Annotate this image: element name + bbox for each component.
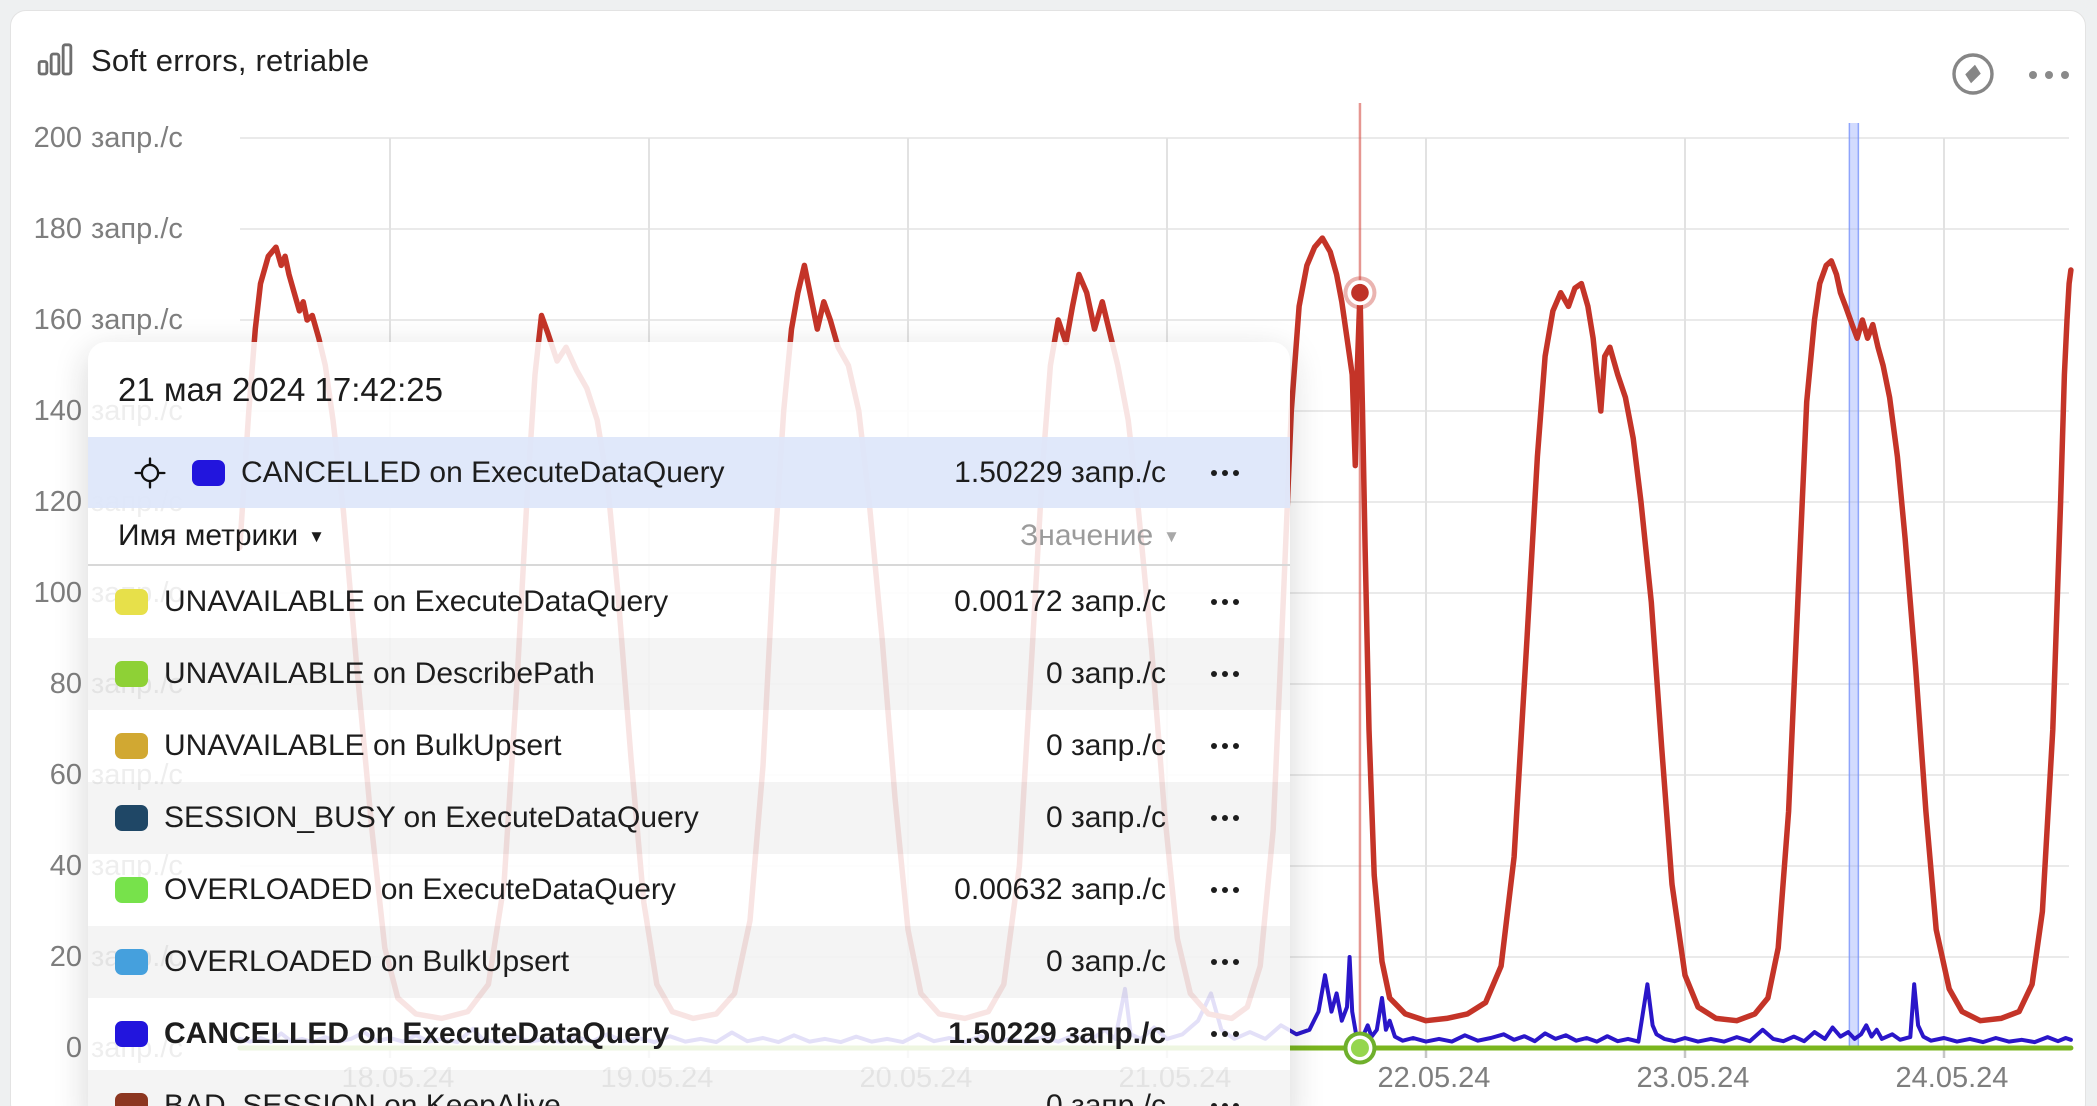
metric-name: CANCELLED on ExecuteDataQuery (164, 1017, 669, 1051)
screenshot-root: Soft errors, retriable 200запр./с 180запр… (0, 0, 2097, 1106)
row-menu-button[interactable] (1202, 887, 1248, 893)
panel-menu-button[interactable] (2023, 49, 2075, 101)
row-menu-button[interactable] (1202, 959, 1248, 965)
tooltip-row: UNAVAILABLE on ExecuteDataQuery 0.00172 з… (88, 566, 1290, 638)
row-menu-button[interactable] (1202, 743, 1248, 749)
tooltip-row: OVERLOADED on BulkUpsert 0 запр./с (88, 926, 1290, 998)
metric-name: OVERLOADED on ExecuteDataQuery (164, 873, 676, 907)
x-axis-label: 24.05.24 (1862, 1062, 2042, 1095)
series-color-swatch (115, 589, 148, 615)
y-axis-label: 200запр./с (20, 118, 183, 158)
series-color-swatch (115, 877, 148, 903)
ellipsis-icon (2029, 71, 2069, 79)
metric-name: CANCELLED on ExecuteDataQuery (241, 456, 725, 490)
series-color-swatch (115, 733, 148, 759)
metric-value: 1.50229 запр./с (948, 1017, 1166, 1051)
metric-name: BAD_SESSION on KeepAlive (164, 1089, 561, 1106)
metric-value: 0 запр./с (1046, 801, 1166, 835)
metric-value: 0 запр./с (1046, 945, 1166, 979)
tooltip-row-list: UNAVAILABLE on ExecuteDataQuery 0.00172 з… (88, 566, 1290, 1106)
crosshair-icon (132, 455, 168, 491)
row-menu-button[interactable] (1202, 1031, 1248, 1037)
series-color-swatch (115, 949, 148, 975)
explore-compass-button[interactable] (1947, 49, 1999, 101)
series-color-swatch (115, 1021, 148, 1047)
sort-by-value[interactable]: Значение▼ (1020, 519, 1180, 553)
tooltip-row: BAD_SESSION on KeepAlive 0 запр./с (88, 1070, 1290, 1106)
sort-arrow-icon: ▼ (1163, 527, 1180, 546)
metric-name: OVERLOADED on BulkUpsert (164, 945, 569, 979)
chart-tooltip: 21 мая 2024 17:42:25 CANCELLED on Execut… (88, 342, 1290, 1106)
series-color-swatch (192, 460, 225, 486)
metric-value: 0.00172 запр./с (954, 585, 1166, 619)
metric-value: 1.50229 запр./с (954, 456, 1166, 490)
row-menu-button[interactable] (1202, 470, 1248, 476)
metric-name: UNAVAILABLE on BulkUpsert (164, 729, 561, 763)
card-header: Soft errors, retriable (11, 11, 2085, 107)
metric-value: 0 запр./с (1046, 657, 1166, 691)
metric-name: UNAVAILABLE on ExecuteDataQuery (164, 585, 668, 619)
tooltip-pinned-row[interactable]: CANCELLED on ExecuteDataQuery 1.50229 за… (88, 437, 1290, 508)
tooltip-row: SESSION_BUSY on ExecuteDataQuery 0 запр./… (88, 782, 1290, 854)
panel-title: Soft errors, retriable (91, 43, 369, 79)
row-menu-button[interactable] (1202, 815, 1248, 821)
bar-chart-icon (35, 39, 75, 79)
tooltip-timestamp: 21 мая 2024 17:42:25 (88, 342, 1290, 437)
tooltip-row: UNAVAILABLE on BulkUpsert 0 запр./с (88, 710, 1290, 782)
y-axis-label: 160запр./с (20, 300, 183, 340)
series-color-swatch (115, 661, 148, 687)
series-color-swatch (115, 1093, 148, 1106)
x-axis-label: 22.05.24 (1344, 1062, 1524, 1095)
tooltip-row: UNAVAILABLE on DescribePath 0 запр./с (88, 638, 1290, 710)
y-axis-label: 180запр./с (20, 209, 183, 249)
tooltip-row: OVERLOADED on ExecuteDataQuery 0.00632 за… (88, 854, 1290, 926)
metric-name: SESSION_BUSY on ExecuteDataQuery (164, 801, 699, 835)
metric-value: 0 запр./с (1046, 1089, 1166, 1106)
tooltip-column-headers: Имя метрики▼ Значение▼ (88, 508, 1290, 566)
tooltip-row: CANCELLED on ExecuteDataQuery 1.50229 зап… (88, 998, 1290, 1070)
compass-icon (1949, 50, 1997, 101)
row-menu-button[interactable] (1202, 599, 1248, 605)
metric-value: 0 запр./с (1046, 729, 1166, 763)
series-color-swatch (115, 805, 148, 831)
sort-by-metric-name[interactable]: Имя метрики▼ (118, 519, 325, 553)
sort-arrow-icon: ▼ (308, 527, 325, 546)
x-axis-label: 23.05.24 (1603, 1062, 1783, 1095)
row-menu-button[interactable] (1202, 671, 1248, 677)
metric-value: 0.00632 запр./с (954, 873, 1166, 907)
metric-name: UNAVAILABLE on DescribePath (164, 657, 595, 691)
